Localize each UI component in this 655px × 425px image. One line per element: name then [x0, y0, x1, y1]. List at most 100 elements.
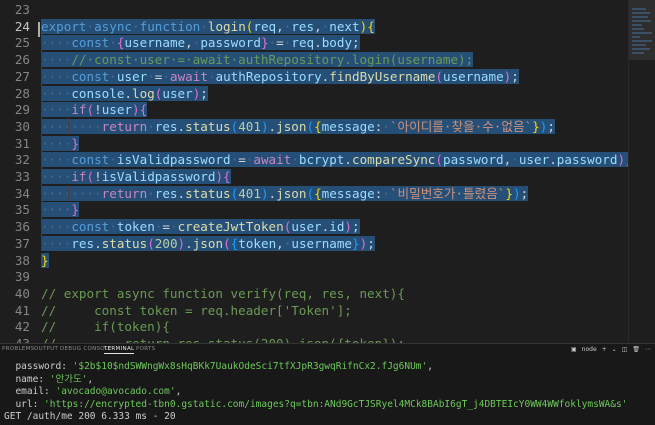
- code-token: // const token = req.header['Token'];: [41, 302, 352, 318]
- line-number: 27: [14, 68, 30, 84]
- code-line[interactable]: 24 export·async·function·login(req,·res,·…: [0, 18, 655, 35]
- terminal-punct: ,: [427, 361, 433, 372]
- line-number: 33: [14, 169, 30, 184]
- code-token: status: [185, 185, 231, 201]
- code-line[interactable]: 36 ····const·token·=·createJwtToken(user.…: [0, 218, 655, 235]
- code-token: req: [291, 35, 315, 51]
- chevron-down-icon[interactable]: ⌄: [612, 346, 617, 353]
- code-token: res: [71, 235, 95, 251]
- code-line[interactable]: 30 ········return·res.status(401).json({m…: [0, 118, 655, 135]
- add-terminal-icon[interactable]: +: [602, 346, 607, 353]
- code-line[interactable]: 33 ····if(!isValidpassword){: [0, 168, 655, 185]
- code-token: ·: [109, 68, 117, 84]
- code-text: ····const·token·=·createJwtToken(user.id…: [41, 218, 360, 235]
- code-token: ·: [207, 68, 216, 84]
- minimap-row: [632, 32, 652, 34]
- code-token: status: [185, 118, 231, 134]
- terminal-name[interactable]: node: [582, 346, 597, 353]
- code-line[interactable]: 39: [0, 268, 655, 285]
- tab-ports[interactable]: PORTS: [136, 346, 155, 352]
- code-token: res: [154, 118, 178, 134]
- split-terminal-icon[interactable]: ◫: [622, 346, 628, 353]
- code-line[interactable]: 43 // return res.status(200).json({token}…: [0, 335, 655, 343]
- code-line[interactable]: 35 ····}: [0, 201, 655, 218]
- code-token: ): [260, 185, 269, 201]
- code-line[interactable]: 42 // if(token){: [0, 318, 655, 335]
- code-token: // return res.status(200).json({token});: [41, 336, 405, 343]
- code-token: ········: [41, 118, 102, 134]
- code-line[interactable]: 32 ····const·isValidpassword·=·await·bcry…: [0, 151, 655, 168]
- code-line[interactable]: 37 ····res.status(200).json({token,·usern…: [0, 235, 655, 252]
- code-text: // if(token){: [41, 318, 170, 335]
- code-text: ····}: [41, 135, 79, 152]
- code-text: ····if(!isValidpassword){: [41, 168, 231, 185]
- minimap-row: [632, 24, 642, 26]
- code-token: .: [94, 235, 102, 251]
- code-token: ·: [147, 185, 155, 201]
- code-token: password: [556, 152, 618, 168]
- code-line[interactable]: 31 ····}: [0, 135, 655, 152]
- code-line[interactable]: 26 ····//·const·user·=·await·authReposito…: [0, 51, 655, 68]
- code-token: password: [442, 152, 504, 168]
- code-line[interactable]: 40 // export async function verify(req, r…: [0, 285, 655, 302]
- code-token: (: [306, 118, 315, 134]
- code-token: isValidpassword: [101, 169, 216, 184]
- code-text: export·async·function·login(req,·res,·ne…: [41, 18, 375, 35]
- code-line[interactable]: 29 ····if(!user){: [0, 101, 655, 118]
- code-token: !: [94, 102, 102, 118]
- code-token: ·: [109, 219, 117, 235]
- code-token: .: [344, 152, 352, 168]
- code-line[interactable]: 34 ········return·res.status(401).json({m…: [0, 185, 655, 202]
- code-text: ····const·{username,·password}·=·req.bod…: [41, 34, 360, 51]
- code-line[interactable]: 25 ····const·{username,·password}·=·req.b…: [0, 34, 655, 51]
- more-icon[interactable]: ⋯: [645, 346, 651, 353]
- code-token: 200: [154, 235, 178, 251]
- code-token: req: [253, 18, 277, 34]
- bottom-panel: PROBLEMS OUTPUT DEBUG CONSOLE TERMINAL P…: [0, 343, 655, 425]
- code-token: ): [260, 118, 269, 134]
- line-number: 38: [14, 252, 30, 268]
- minimap-row: [632, 52, 644, 54]
- code-line[interactable]: 27 ····const·user·=·await·authRepository.…: [0, 68, 655, 85]
- line-number: 32: [14, 152, 30, 168]
- code-token: json: [276, 118, 307, 134]
- minimap-row: [632, 12, 650, 14]
- line-number: 39: [14, 269, 30, 285]
- code-token: ········: [41, 185, 102, 201]
- code-token: user: [116, 68, 148, 84]
- code-token: .: [549, 152, 557, 168]
- tab-problems[interactable]: PROBLEMS: [2, 346, 34, 352]
- code-token: ····: [41, 35, 72, 51]
- minimap-row: [632, 48, 650, 50]
- code-token: ····: [41, 85, 72, 101]
- line-number: 26: [14, 52, 30, 68]
- line-number: 24: [14, 18, 30, 34]
- code-text: ········return·res.status(401).json({mes…: [41, 118, 555, 135]
- code-line[interactable]: 28 ····console.log(user);: [0, 85, 655, 102]
- code-token: log: [132, 85, 155, 101]
- code-editor[interactable]: 23 24 export·async·function·login(req,·res…: [0, 0, 655, 343]
- tab-output[interactable]: OUTPUT: [34, 346, 58, 352]
- code-line[interactable]: 38}: [0, 252, 655, 269]
- code-token: username: [443, 68, 504, 84]
- code-token: user: [162, 85, 193, 101]
- minimap-row: [632, 20, 651, 22]
- trash-icon[interactable]: 🗑: [632, 346, 640, 353]
- code-line[interactable]: 23: [0, 1, 655, 18]
- terminal-line: url: 'https://encrypted-tbn0.gstatic.com…: [4, 399, 627, 411]
- code-token: .: [268, 185, 277, 201]
- code-token: .: [268, 118, 277, 134]
- tab-terminal[interactable]: TERMINAL: [104, 346, 135, 354]
- code-token: body: [321, 35, 353, 51]
- code-line[interactable]: 41 // const token = req.header['Token'];: [0, 302, 655, 319]
- code-token: isValidpassword: [116, 152, 231, 168]
- code-token: ): [177, 235, 186, 251]
- code-token: `비밀번호가·틀렸음`: [389, 185, 506, 201]
- code-token: !: [94, 169, 102, 184]
- code-token: ;: [200, 85, 208, 101]
- minimap[interactable]: [628, 0, 655, 343]
- code-token: function: [139, 18, 201, 34]
- line-number: 28: [14, 85, 30, 101]
- code-token: ): [344, 219, 353, 235]
- line-number: 37: [14, 235, 30, 251]
